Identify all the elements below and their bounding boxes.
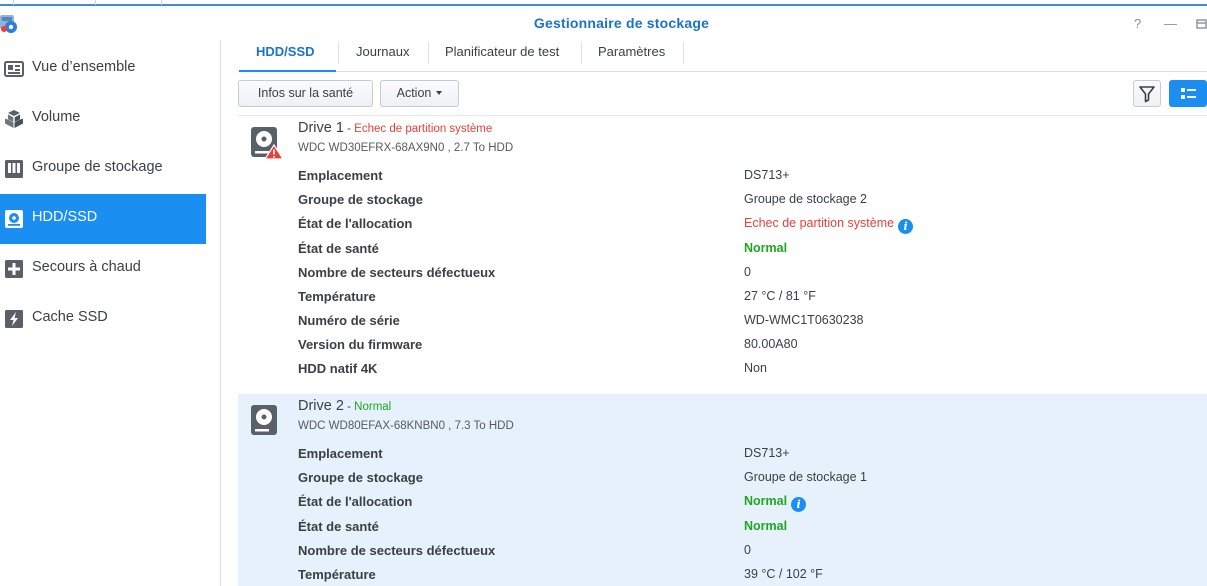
- location-value: DS713+: [744, 446, 790, 460]
- sidebar-item-label: Groupe de stockage: [32, 159, 163, 175]
- drive-status-separator: -: [343, 401, 355, 413]
- storage-pool-icon: [5, 160, 23, 178]
- location-label: Emplacement: [298, 168, 383, 183]
- drive-name: Drive 1 - Echec de partition système: [298, 120, 492, 136]
- location-label: Emplacement: [298, 446, 383, 461]
- top-strip-segment: [14, 0, 96, 5]
- drive-name: Drive 2 - Normal: [298, 398, 391, 414]
- title-bar[interactable]: Gestionnaire de stockage ? —: [0, 6, 1207, 40]
- tab-separator: [338, 42, 339, 64]
- firmware-label: Version du firmware: [298, 337, 423, 352]
- native-4k-label: HDD natif 4K: [298, 361, 378, 376]
- sidebar-item-storage-pool[interactable]: Groupe de stockage: [0, 144, 206, 194]
- health-value: Normal: [744, 241, 788, 255]
- drive-model: WDC WD80EFAX-68KNBN0 , 7.3 To HDD: [298, 420, 514, 432]
- hdd-warning-icon: [251, 127, 284, 160]
- action-button[interactable]: Action: [380, 80, 459, 107]
- tab-separator: [428, 42, 429, 64]
- temperature-value: 39 °C / 102 °F: [744, 567, 823, 581]
- top-strip-segment: [0, 0, 14, 5]
- bad-sectors-label: Nombre de secteurs défectueux: [298, 265, 496, 280]
- allocation-value: Echec de partition système i: [744, 216, 914, 234]
- firmware-value: 80.00A80: [744, 337, 798, 351]
- location-value: DS713+: [744, 168, 790, 182]
- sidebar-item-label: HDD/SSD: [32, 209, 98, 225]
- sidebar-item-label: Cache SSD: [32, 309, 108, 325]
- storage-pool-value: Groupe de stockage 1: [744, 470, 867, 484]
- allocation-value: Normal i: [744, 494, 807, 512]
- allocation-label: État de l'allocation: [298, 216, 413, 231]
- tab-separator: [683, 42, 684, 64]
- sidebar-item-overview[interactable]: Vue d’ensemble: [0, 44, 206, 94]
- top-strip-segment: [96, 0, 162, 5]
- bad-sectors-value: 0: [744, 543, 751, 557]
- sidebar-item-ssd-cache[interactable]: Cache SSD: [0, 294, 206, 344]
- drive-list-item[interactable]: Drive 1 - Echec de partition système WDC…: [238, 116, 1207, 393]
- toolbar: Infos sur la santé Action: [238, 72, 1207, 116]
- minimize-button[interactable]: —: [1164, 16, 1177, 31]
- health-value: Normal: [744, 519, 788, 533]
- temperature-label: Température: [298, 567, 376, 582]
- sidebar-item-label: Vue d’ensemble: [32, 59, 136, 75]
- hot-spare-icon: [5, 260, 23, 278]
- allocation-status: Normal: [744, 494, 788, 508]
- native-4k-value: Non: [744, 361, 767, 375]
- health-label: État de santé: [298, 519, 379, 534]
- list-view-icon: [1181, 88, 1196, 99]
- window-title: Gestionnaire de stockage: [533, 15, 710, 31]
- temperature-label: Température: [298, 289, 376, 304]
- bad-sectors-label: Nombre de secteurs défectueux: [298, 543, 496, 558]
- maximize-button[interactable]: [1196, 18, 1207, 30]
- drive-status: Echec de partition système: [354, 123, 493, 135]
- info-icon[interactable]: i: [791, 497, 807, 512]
- bad-sectors-value: 0: [744, 265, 751, 279]
- sidebar-item-volume[interactable]: Volume: [0, 94, 206, 144]
- allocation-label: État de l'allocation: [298, 494, 413, 509]
- sidebar-item-hdd-ssd[interactable]: HDD/SSD: [0, 194, 206, 244]
- drive-name-text: Drive 1: [298, 120, 344, 136]
- info-icon[interactable]: i: [898, 219, 914, 234]
- tab-bar: HDD/SSD Journaux Planificateur de test P…: [238, 40, 1207, 72]
- drive-name-text: Drive 2: [298, 398, 344, 414]
- temperature-value: 27 °C / 81 °F: [744, 289, 816, 303]
- tab-logs[interactable]: Journaux: [356, 40, 409, 72]
- serial-value: WD-WMC1T0630238: [744, 313, 864, 327]
- tab-hdd-ssd[interactable]: HDD/SSD: [239, 40, 336, 72]
- drive-status: Normal: [354, 401, 392, 413]
- allocation-status: Echec de partition système: [744, 216, 895, 230]
- storage-pool-label: Groupe de stockage: [298, 470, 423, 485]
- volume-icon: [5, 110, 23, 128]
- action-button-label: Action: [396, 86, 432, 100]
- sidebar-item-label: Volume: [32, 109, 81, 125]
- filter-button[interactable]: [1133, 80, 1161, 107]
- drive-list-item[interactable]: Drive 2 - Normal WDC WD80EFAX-68KNBN0 , …: [238, 394, 1207, 586]
- drive-model: WDC WD30EFRX-68AX9N0 , 2.7 To HDD: [298, 142, 514, 154]
- health-label: État de santé: [298, 241, 379, 256]
- ssd-cache-icon: [5, 310, 23, 328]
- tab-separator: [581, 42, 582, 64]
- overview-icon: [4, 61, 24, 77]
- sidebar: Vue d’ensemble Volume Groupe de stockage…: [0, 40, 221, 586]
- storage-pool-value: Groupe de stockage 2: [744, 192, 867, 206]
- drive-status-separator: -: [343, 123, 355, 135]
- sidebar-item-label: Secours à chaud: [32, 259, 141, 275]
- list-view-button[interactable]: [1169, 80, 1207, 107]
- hdd-icon: [5, 210, 23, 228]
- health-info-button[interactable]: Infos sur la santé: [238, 80, 373, 107]
- filter-icon: [1139, 86, 1155, 103]
- serial-label: Numéro de série: [298, 313, 400, 328]
- chevron-down-icon: [436, 91, 443, 95]
- hdd-icon: [251, 405, 277, 435]
- storage-pool-label: Groupe de stockage: [298, 192, 423, 207]
- tab-settings[interactable]: Paramètres: [598, 40, 665, 72]
- tab-test-scheduler[interactable]: Planificateur de test: [445, 40, 559, 72]
- help-button[interactable]: ?: [1134, 16, 1141, 31]
- sidebar-item-hot-spare[interactable]: Secours à chaud: [0, 244, 206, 294]
